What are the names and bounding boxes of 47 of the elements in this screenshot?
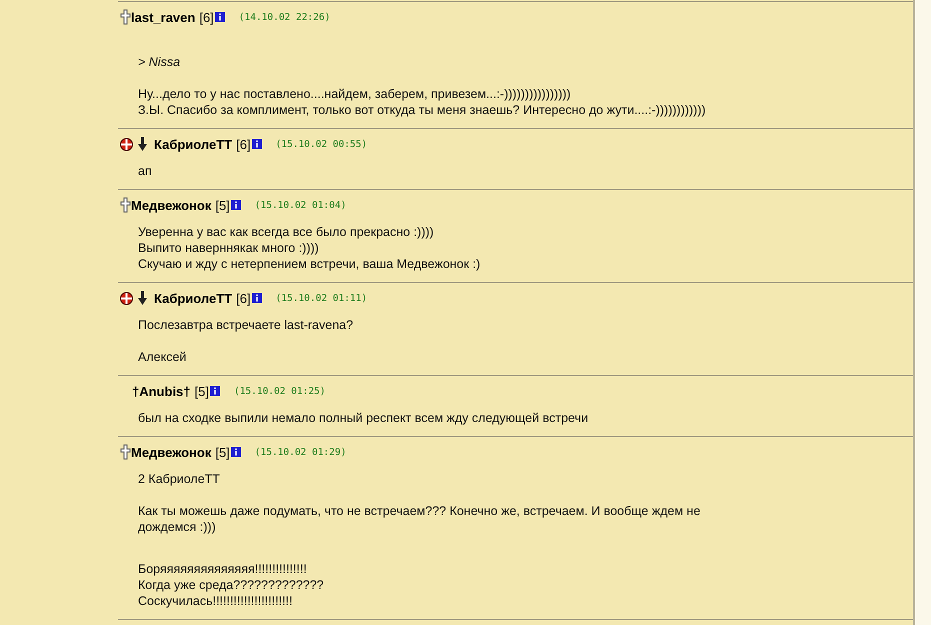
author-name[interactable]: †Anubis† [132,384,191,398]
info-icon[interactable] [230,447,241,457]
message-text: Уверенна у вас как всегда все было прекрасно :)))) [138,224,435,240]
user-rank: [5] [215,444,230,460]
message-text: Соскучилась!!!!!!!!!!!!!!!!!!!!!!! [138,593,294,609]
author-name[interactable]: КабриолеТТ [154,290,232,306]
post-date: (15.10.02 01:11) [276,292,368,304]
user-rank: [5] [215,198,230,212]
post-date: (15.10.02 01:04) [254,200,346,210]
cross-icon [120,444,131,460]
message-text: З.Ы. Спасибо за комплимент, только вот откуда ты меня знаешь? Интересно до жути....:-)))))))))))) [138,102,707,118]
info-icon[interactable] [210,386,220,396]
post-date: (14.10.02 22:26) [238,12,330,22]
user-rank: [6] [236,136,251,152]
down-arrow-icon [137,137,148,151]
message-text: Алексей [138,349,188,365]
message-text: ап [138,163,153,179]
message-text: Боряяяяяяяяяяяяяя!!!!!!!!!!!!!!! [138,561,308,577]
author-name[interactable]: КабриолеТТ [154,136,232,152]
cross-icon [120,9,131,25]
info-icon[interactable] [230,200,241,210]
info-icon[interactable] [214,12,225,22]
post-date: (15.10.02 01:25) [234,386,326,396]
user-rank: [6] [236,290,251,306]
message-text: Когда уже среда????????????? [138,577,325,593]
message-text: 2 КабриолеТТ [138,471,221,487]
author-name[interactable]: Медвежонок [131,198,212,212]
message-text: был на сходке выпили немало полный респект всем жду следующей встречи [138,410,590,426]
cross-circle-icon [120,292,133,304]
message-text: Скучаю и жду с нетерпением встречи, ваша Медвежонок :) [138,256,482,272]
cross-icon [120,197,131,213]
user-rank: [5] [194,384,209,398]
author-name[interactable]: last_raven [131,10,196,24]
post-date: (15.10.02 00:55) [276,138,368,150]
user-rank: [6] [199,10,214,24]
message-text: Выпито наверннякак много :)))) [138,240,320,256]
cross-circle-icon [120,138,133,150]
info-icon[interactable] [252,293,262,303]
quote-text: > Nissa [138,54,182,70]
message-text: Как ты можешь даже подумать, что не встречаем??? Конечно же, встречаем. И вообще ждем не [138,503,702,519]
info-icon[interactable] [252,139,262,149]
post-date: (15.10.02 01:29) [254,446,346,458]
message-text: Ну...дело то у нас поставлено....найдем, заберем, привезем...:-)))))))))))))))) [138,86,572,102]
message-text: дождемся :))) [138,519,217,535]
message-text: Послезавтра встречаете last-ravena? [138,317,354,333]
down-arrow-icon [137,291,148,305]
author-name[interactable]: Медвежонок [131,444,212,460]
